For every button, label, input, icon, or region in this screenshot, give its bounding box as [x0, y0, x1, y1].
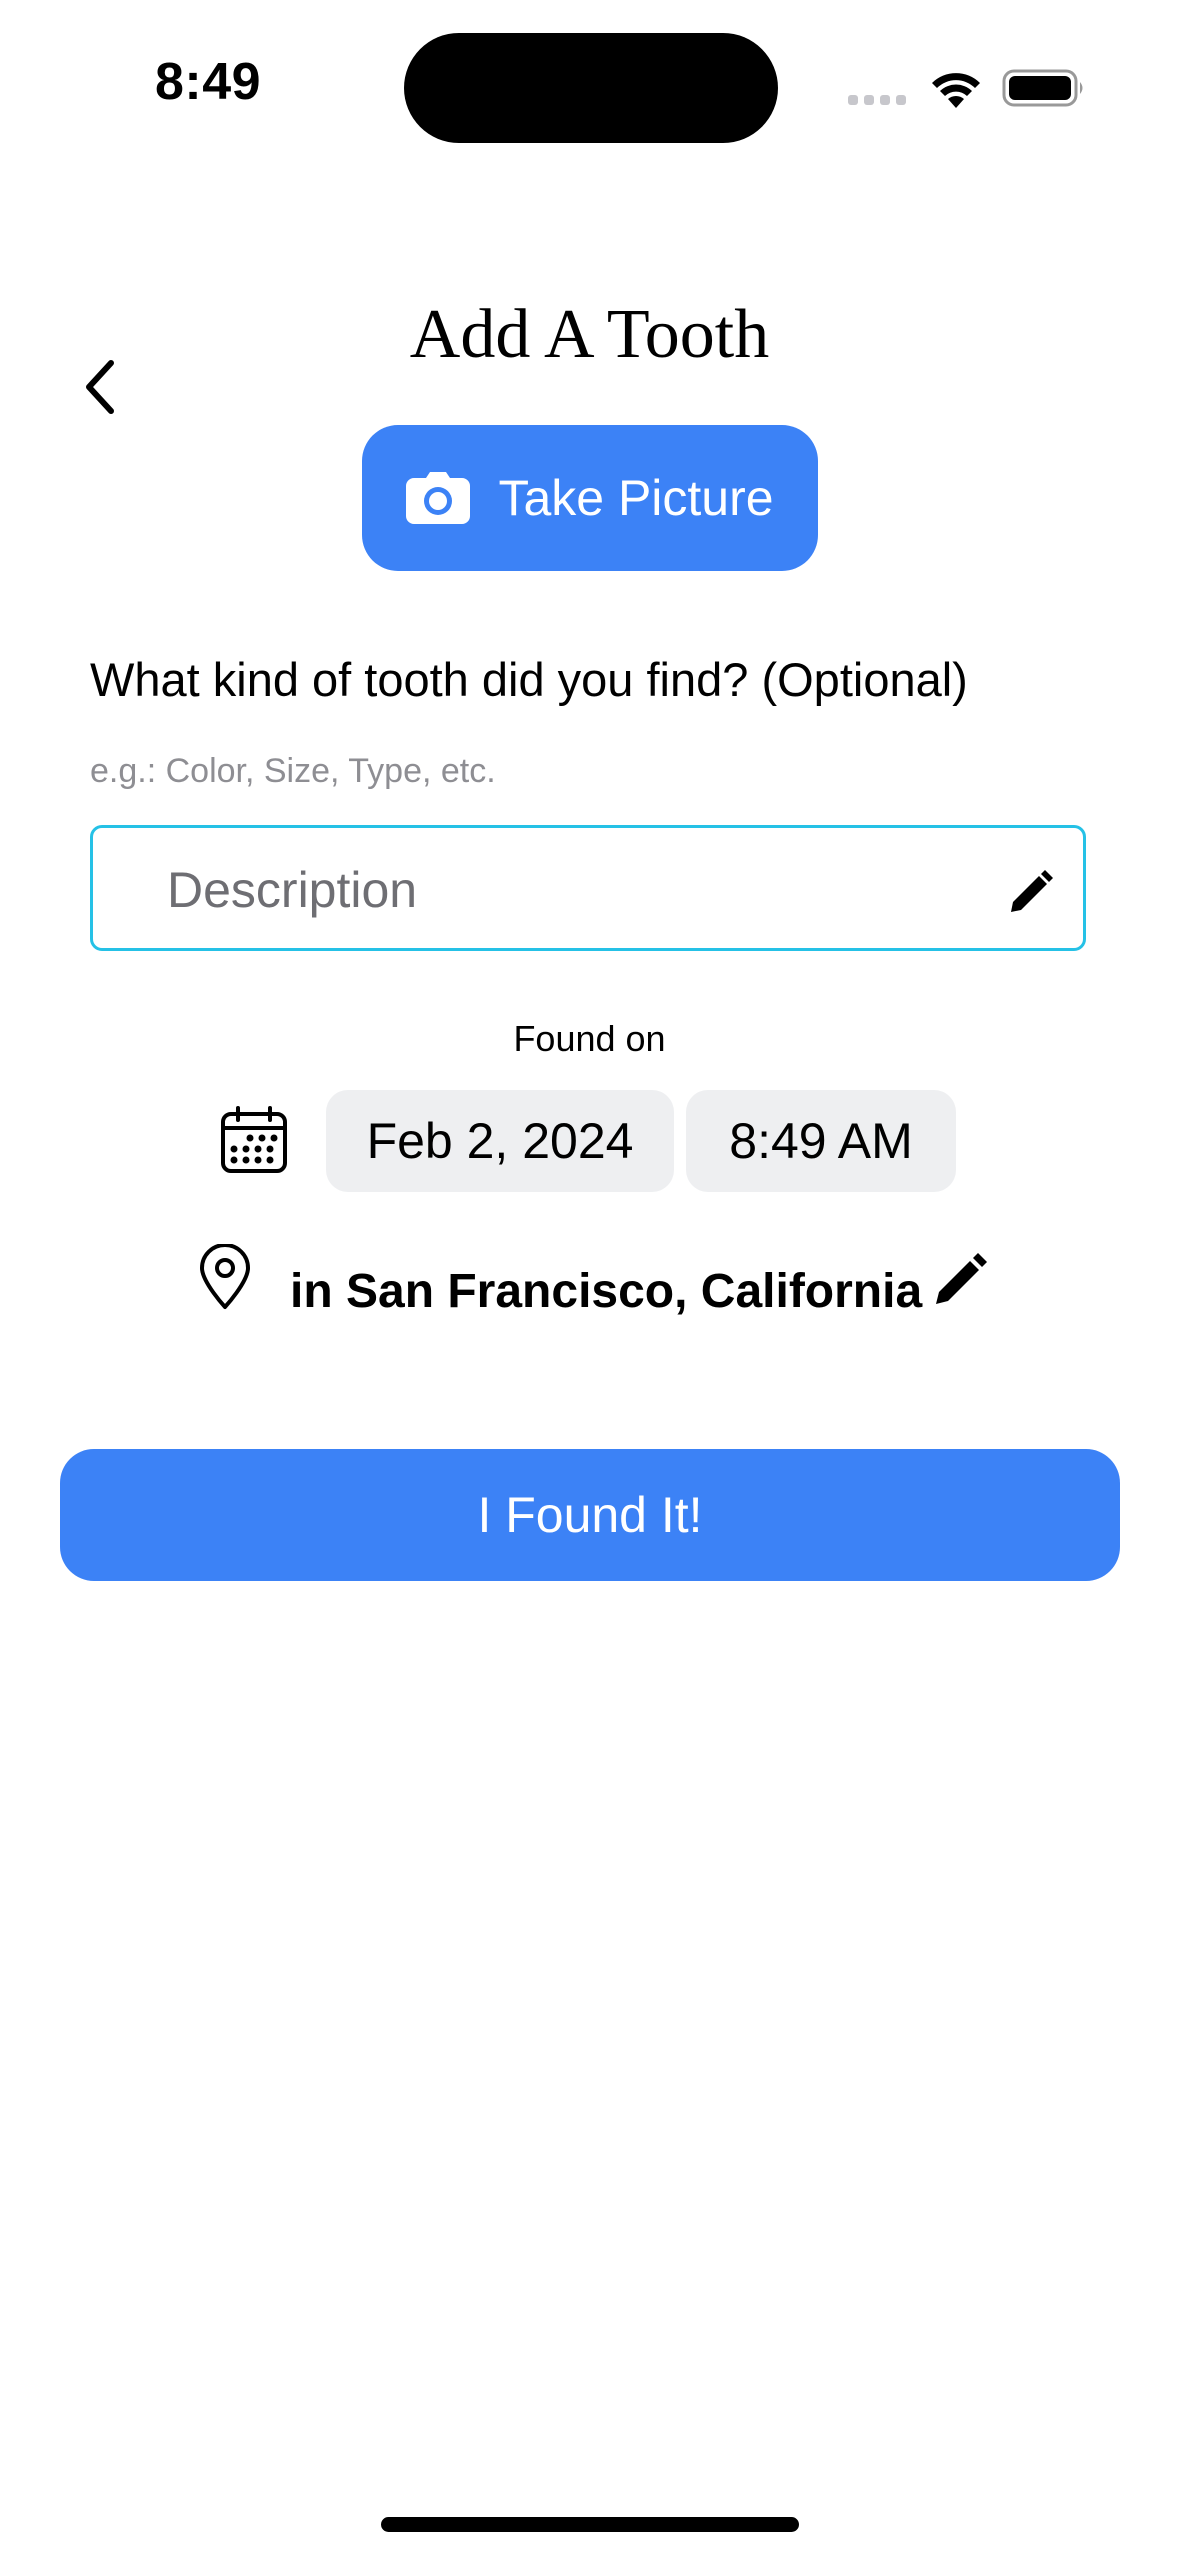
pencil-icon: [1011, 870, 1053, 912]
description-field[interactable]: [90, 825, 1086, 951]
date-picker[interactable]: Feb 2, 2024: [326, 1090, 674, 1192]
camera-icon: [406, 472, 471, 524]
location-text: in San Francisco, California: [290, 1265, 923, 1318]
page-title: Add A Tooth: [409, 296, 770, 373]
calendar-icon: [221, 1106, 287, 1173]
take-picture-button[interactable]: Take Picture: [362, 425, 818, 571]
dynamic-island: [404, 33, 778, 143]
found-on-label: Found on: [513, 1018, 666, 1059]
description-hint: e.g.: Color, Size, Type, etc.: [90, 752, 496, 790]
cellular-signal-icon: [848, 95, 906, 105]
found-it-button[interactable]: I Found It!: [60, 1449, 1120, 1581]
tooth-question: What kind of tooth did you find? (Option…: [90, 653, 968, 706]
wifi-icon: [932, 73, 980, 108]
description-input[interactable]: [167, 848, 967, 932]
status-time: 8:49: [155, 53, 262, 111]
time-picker[interactable]: 8:49 AM: [686, 1090, 956, 1192]
edit-location-pencil-icon[interactable]: [932, 1252, 988, 1308]
home-indicator: [381, 2517, 799, 2532]
take-picture-label: Take Picture: [498, 470, 774, 526]
location-pin-icon: [200, 1244, 250, 1309]
battery-icon: [1002, 69, 1083, 107]
